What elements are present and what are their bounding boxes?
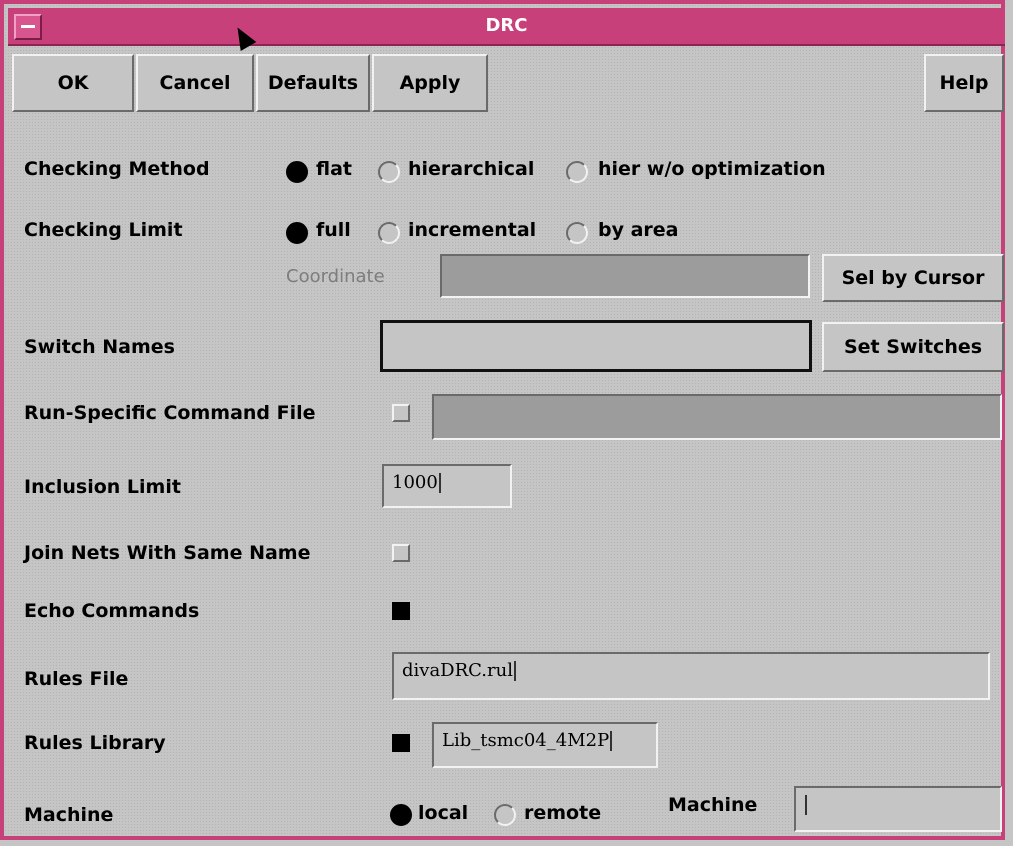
radio-hierarchical[interactable] — [378, 161, 400, 183]
radio-full[interactable] — [286, 222, 308, 244]
apply-button[interactable]: Apply — [372, 54, 488, 112]
rules-library-checkbox[interactable] — [392, 734, 410, 752]
window-title: DRC — [485, 15, 528, 36]
text-cursor-icon — [513, 661, 516, 681]
coordinate-field[interactable] — [440, 254, 810, 298]
radio-flat-label[interactable]: flat — [316, 158, 352, 180]
radio-remote[interactable] — [494, 804, 516, 826]
defaults-button[interactable]: Defaults — [256, 54, 370, 112]
title-bar[interactable]: DRC — [8, 8, 1005, 46]
inclusion-limit-input[interactable]: 1000 — [382, 464, 512, 508]
sel-by-cursor-button[interactable]: Sel by Cursor — [822, 254, 1004, 302]
run-specific-command-file-label: Run-Specific Command File — [24, 402, 316, 424]
set-switches-button[interactable]: Set Switches — [822, 322, 1004, 372]
cancel-button[interactable]: Cancel — [136, 54, 254, 112]
rules-library-input[interactable]: Lib_tsmc04_4M2P — [432, 722, 658, 768]
run-specific-checkbox[interactable] — [392, 404, 410, 422]
inclusion-limit-label: Inclusion Limit — [24, 476, 181, 498]
radio-remote-label[interactable]: remote — [524, 802, 601, 824]
text-cursor-icon — [610, 731, 613, 751]
rules-file-value: divaDRC.rul — [402, 660, 513, 681]
inclusion-limit-value: 1000 — [392, 472, 438, 493]
rules-library-label: Rules Library — [24, 732, 166, 754]
radio-incremental[interactable] — [378, 222, 400, 244]
switch-names-label: Switch Names — [24, 336, 175, 358]
radio-by-area[interactable] — [566, 222, 588, 244]
rules-library-value: Lib_tsmc04_4M2P — [442, 730, 610, 751]
radio-full-label[interactable]: full — [316, 219, 351, 241]
radio-local[interactable] — [390, 804, 412, 826]
rules-file-label: Rules File — [24, 668, 129, 690]
radio-hier-wo-optimization-label[interactable]: hier w/o optimization — [598, 158, 826, 180]
machine-name-label: Machine — [668, 794, 758, 816]
text-cursor-icon — [805, 795, 807, 815]
machine-name-input[interactable] — [794, 786, 1002, 832]
text-cursor-icon — [438, 473, 441, 493]
ok-button[interactable]: OK — [12, 54, 134, 112]
coordinate-label: Coordinate — [286, 266, 385, 287]
radio-flat[interactable] — [286, 161, 308, 183]
rules-file-input[interactable]: divaDRC.rul — [392, 652, 990, 700]
echo-commands-label: Echo Commands — [24, 600, 200, 622]
checking-limit-label: Checking Limit — [24, 219, 183, 241]
radio-hier-wo-optimization[interactable] — [566, 161, 588, 183]
machine-label: Machine — [24, 804, 114, 826]
run-specific-command-file-field[interactable] — [432, 394, 1002, 440]
checking-method-label: Checking Method — [24, 158, 210, 180]
radio-by-area-label[interactable]: by area — [598, 219, 679, 241]
join-nets-label: Join Nets With Same Name — [24, 542, 311, 564]
help-button[interactable]: Help — [924, 54, 1004, 112]
switch-names-input[interactable] — [380, 320, 812, 372]
join-nets-checkbox[interactable] — [392, 544, 410, 562]
radio-incremental-label[interactable]: incremental — [408, 219, 536, 241]
radio-local-label[interactable]: local — [418, 802, 468, 824]
radio-hierarchical-label[interactable]: hierarchical — [408, 158, 534, 180]
drc-dialog: DRC OK Cancel Defaults Apply Help Checki… — [0, 0, 1005, 840]
echo-commands-checkbox[interactable] — [392, 602, 410, 620]
